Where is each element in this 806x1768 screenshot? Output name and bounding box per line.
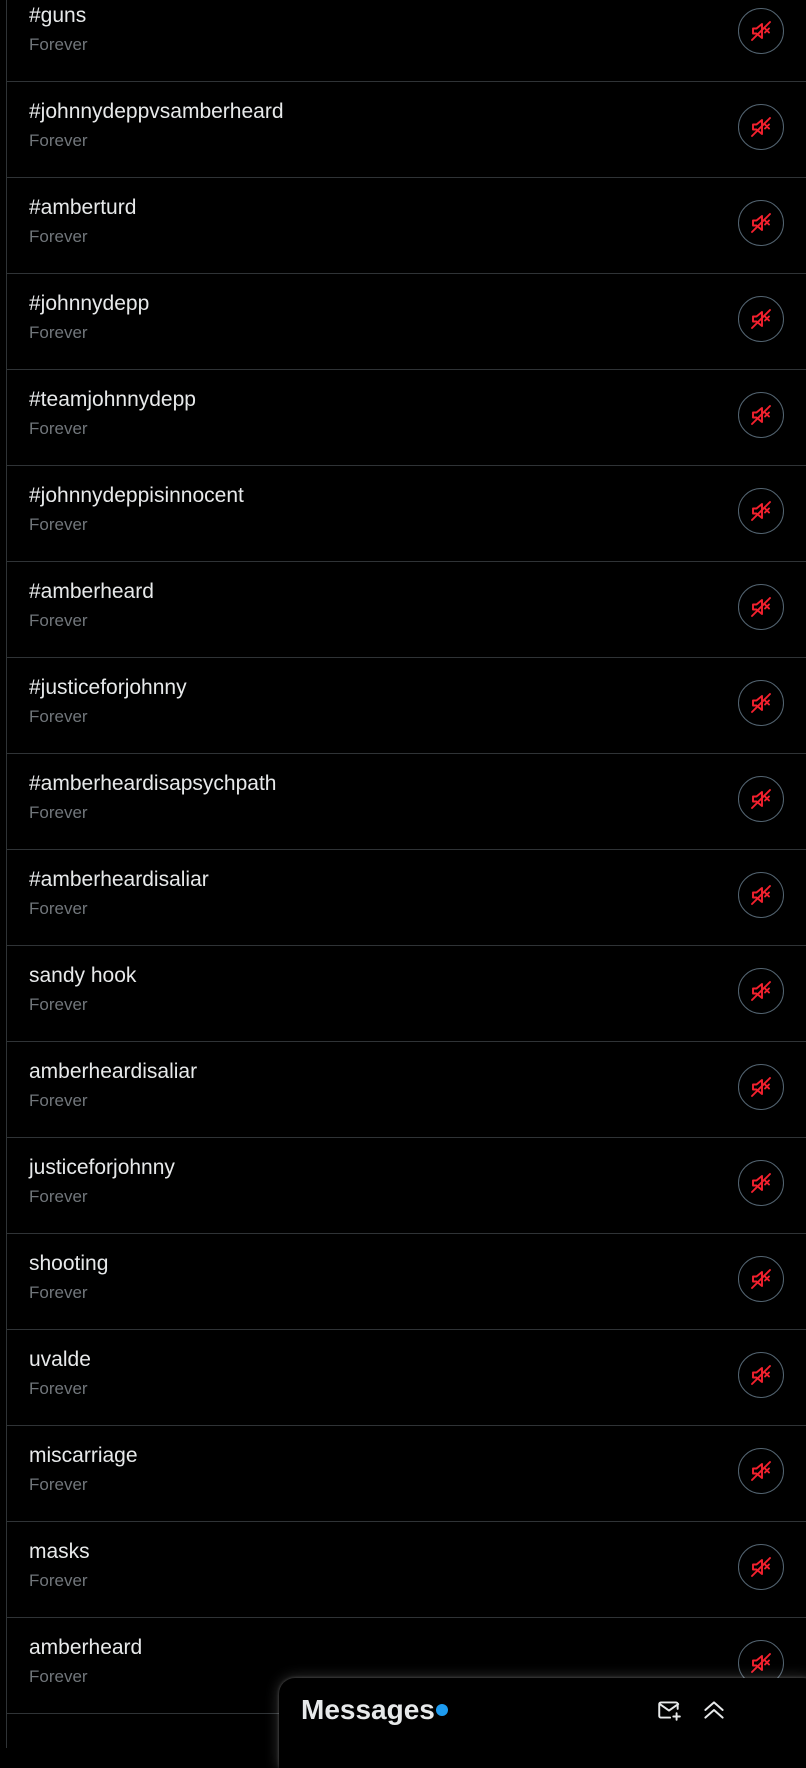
muted-word-row[interactable]: #johnnydepp Forever: [7, 274, 806, 370]
speaker-muted-icon: [749, 19, 773, 43]
mute-duration: Forever: [29, 323, 88, 342]
muted-word-row[interactable]: miscarriage Forever: [7, 1426, 806, 1522]
speaker-muted-icon: [749, 1171, 773, 1195]
unmute-button[interactable]: [738, 8, 784, 54]
unmute-button[interactable]: [738, 200, 784, 246]
unmute-button[interactable]: [738, 968, 784, 1014]
mute-duration: Forever: [29, 899, 88, 918]
mute-duration: Forever: [29, 419, 88, 438]
speaker-muted-icon: [749, 211, 773, 235]
muted-word-row[interactable]: #teamjohnnydepp Forever: [7, 370, 806, 466]
new-message-button[interactable]: [651, 1692, 687, 1728]
muted-word-text: #amberheardisaliar: [29, 868, 209, 891]
mute-duration: Forever: [29, 1475, 88, 1494]
muted-word-text: #johnnydepp: [29, 292, 150, 315]
speaker-muted-icon: [749, 1363, 773, 1387]
mute-duration: Forever: [29, 611, 88, 630]
muted-words-column: #guns Forever #johnnydeppvsamberheard Forev…: [6, 0, 806, 1748]
unread-indicator-dot: [436, 1704, 448, 1716]
speaker-muted-icon: [749, 1555, 773, 1579]
muted-word-text: justiceforjohnny: [29, 1156, 175, 1179]
muted-word-row[interactable]: shooting Forever: [7, 1234, 806, 1330]
muted-word-text: shooting: [29, 1252, 109, 1275]
muted-word-text: uvalde: [29, 1348, 91, 1371]
speaker-muted-icon: [749, 787, 773, 811]
speaker-muted-icon: [749, 115, 773, 139]
speaker-muted-icon: [749, 499, 773, 523]
muted-word-row[interactable]: #guns Forever: [7, 0, 806, 82]
muted-word-text: #teamjohnnydepp: [29, 388, 196, 411]
unmute-button[interactable]: [738, 584, 784, 630]
mute-duration: Forever: [29, 1283, 88, 1302]
mute-duration: Forever: [29, 1091, 88, 1110]
unmute-button[interactable]: [738, 1256, 784, 1302]
muted-word-text: #amberheard: [29, 580, 154, 603]
muted-word-row[interactable]: #amberturd Forever: [7, 178, 806, 274]
unmute-button[interactable]: [738, 1064, 784, 1110]
muted-word-row[interactable]: amberheardisaliar Forever: [7, 1042, 806, 1138]
mute-duration: Forever: [29, 1379, 88, 1398]
muted-word-text: amberheard: [29, 1636, 143, 1659]
speaker-muted-icon: [749, 403, 773, 427]
unmute-button[interactable]: [738, 1160, 784, 1206]
unmute-button[interactable]: [738, 1448, 784, 1494]
muted-word-text: #guns: [29, 4, 87, 27]
messages-drawer-title[interactable]: Messages: [301, 1692, 435, 1728]
speaker-muted-icon: [749, 883, 773, 907]
messages-drawer[interactable]: Messages: [279, 1678, 806, 1768]
muted-word-row[interactable]: #johnnydeppvsamberheard Forever: [7, 82, 806, 178]
mute-duration: Forever: [29, 1187, 88, 1206]
muted-word-text: sandy hook: [29, 964, 137, 987]
unmute-button[interactable]: [738, 104, 784, 150]
muted-word-text: masks: [29, 1540, 90, 1563]
muted-word-row[interactable]: #amberheardisaliar Forever: [7, 850, 806, 946]
muted-word-text: #johnnydeppvsamberheard: [29, 100, 284, 123]
unmute-button[interactable]: [738, 392, 784, 438]
unmute-button[interactable]: [738, 296, 784, 342]
unmute-button[interactable]: [738, 872, 784, 918]
unmute-button[interactable]: [738, 776, 784, 822]
mute-duration: Forever: [29, 227, 88, 246]
mute-duration: Forever: [29, 995, 88, 1014]
mute-duration: Forever: [29, 131, 88, 150]
muted-words-list: #guns Forever #johnnydeppvsamberheard Forev…: [7, 0, 806, 1714]
muted-word-text: #amberheardisapsychpath: [29, 772, 277, 795]
mute-duration: Forever: [29, 35, 88, 54]
speaker-muted-icon: [749, 1459, 773, 1483]
muted-word-row[interactable]: #justiceforjohnny Forever: [7, 658, 806, 754]
unmute-button[interactable]: [738, 680, 784, 726]
muted-word-row[interactable]: justiceforjohnny Forever: [7, 1138, 806, 1234]
unmute-button[interactable]: [738, 1544, 784, 1590]
muted-word-row[interactable]: sandy hook Forever: [7, 946, 806, 1042]
mute-duration: Forever: [29, 1571, 88, 1590]
speaker-muted-icon: [749, 595, 773, 619]
mute-duration: Forever: [29, 707, 88, 726]
muted-word-row[interactable]: #johnnydeppisinnocent Forever: [7, 466, 806, 562]
muted-word-row[interactable]: #amberheard Forever: [7, 562, 806, 658]
mute-duration: Forever: [29, 515, 88, 534]
muted-word-text: amberheardisaliar: [29, 1060, 198, 1083]
muted-word-text: #johnnydeppisinnocent: [29, 484, 244, 507]
muted-word-text: miscarriage: [29, 1444, 138, 1467]
speaker-muted-icon: [749, 1651, 773, 1675]
speaker-muted-icon: [749, 307, 773, 331]
expand-drawer-button[interactable]: [696, 1692, 732, 1728]
mute-duration: Forever: [29, 803, 88, 822]
muted-word-text: #amberturd: [29, 196, 137, 219]
speaker-muted-icon: [749, 1075, 773, 1099]
muted-word-row[interactable]: #amberheardisapsychpath Forever: [7, 754, 806, 850]
speaker-muted-icon: [749, 1267, 773, 1291]
mute-duration: Forever: [29, 1667, 88, 1686]
double-chevron-up-icon: [701, 1697, 727, 1723]
speaker-muted-icon: [749, 691, 773, 715]
unmute-button[interactable]: [738, 488, 784, 534]
muted-word-text: #justiceforjohnny: [29, 676, 187, 699]
envelope-plus-icon: [656, 1697, 682, 1723]
speaker-muted-icon: [749, 979, 773, 1003]
unmute-button[interactable]: [738, 1352, 784, 1398]
muted-word-row[interactable]: uvalde Forever: [7, 1330, 806, 1426]
muted-word-row[interactable]: masks Forever: [7, 1522, 806, 1618]
